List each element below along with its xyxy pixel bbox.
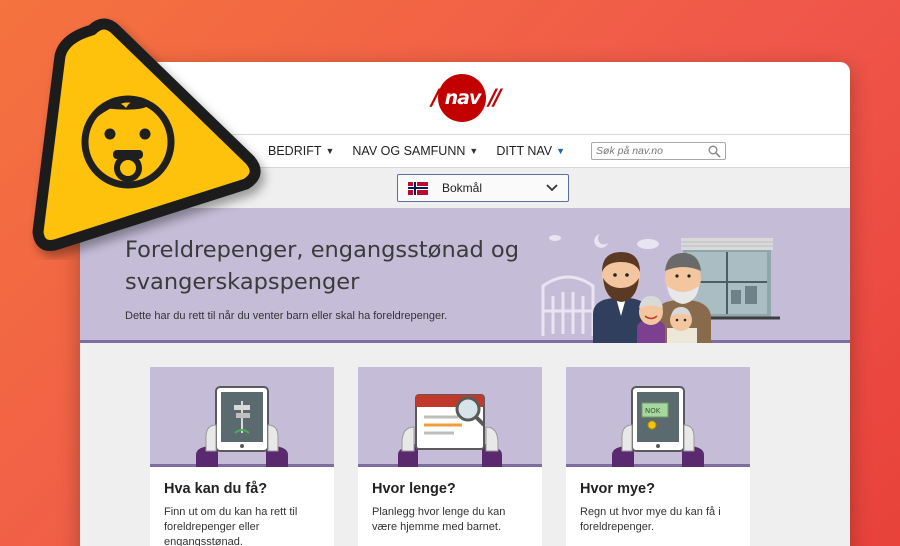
nav-logo[interactable]: / nav // xyxy=(429,74,502,122)
card-title: Hvor lenge? xyxy=(372,481,456,497)
baby-warning-icon xyxy=(32,18,261,251)
card-hvor-mye[interactable]: NOK Hvor mye? Regn ut hvor mye du kan få… xyxy=(566,367,750,546)
card-illustration xyxy=(150,367,334,467)
chevron-down-icon xyxy=(546,184,558,192)
card-title: Hvor mye? xyxy=(580,481,655,497)
logo-left-mark: / xyxy=(431,85,439,111)
menu-item-label: DITT NAV xyxy=(496,144,553,158)
caret-down-icon: ▼ xyxy=(325,146,335,156)
caret-down-icon: ▼ xyxy=(469,146,479,156)
tablet-signpost-icon xyxy=(196,386,288,467)
tablet-money-icon: NOK xyxy=(612,386,704,467)
logo-right-mark: // xyxy=(488,85,501,111)
card-text: Finn ut om du kan ha rett til foreldrepe… xyxy=(164,506,298,546)
calendar-magnifier-icon xyxy=(398,394,502,467)
family-illustration xyxy=(541,234,780,343)
menu-item-ditt-nav[interactable]: DITT NAV ▼ xyxy=(496,144,565,158)
search-input[interactable] xyxy=(596,145,702,157)
card-text: Regn ut hvor mye du kan få i foreldrepen… xyxy=(580,506,721,533)
card-illustration xyxy=(358,367,542,467)
caret-down-icon: ▼ xyxy=(556,146,566,156)
logo-oval: nav xyxy=(438,74,487,122)
norway-flag-icon xyxy=(408,181,428,195)
page-subtitle: Dette har du rett til når du venter barn… xyxy=(125,310,448,322)
language-select[interactable]: Bokmål xyxy=(397,174,569,202)
card-hva-kan-du-fa[interactable]: Hva kan du få? Finn ut om du kan ha rett… xyxy=(150,367,334,546)
card-illustration: NOK xyxy=(566,367,750,467)
menu-item-label: NAV OG SAMFUNN xyxy=(352,144,466,158)
cards-area: Hva kan du få? Finn ut om du kan ha rett… xyxy=(80,343,850,546)
search-icon[interactable] xyxy=(708,145,721,158)
search-box xyxy=(591,142,727,160)
language-selected: Bokmål xyxy=(442,181,483,195)
card-text: Planlegg hvor lenge du kan være hjemme m… xyxy=(372,506,506,533)
card-title: Hva kan du få? xyxy=(164,481,268,497)
menu-item-nav-og-samfunn[interactable]: NAV OG SAMFUNN ▼ xyxy=(352,144,478,158)
card-hvor-lenge[interactable]: Hvor lenge? Planlegg hvor lenge du kan v… xyxy=(358,367,542,546)
nok-label: NOK xyxy=(645,407,661,415)
logo-text: nav xyxy=(444,87,482,109)
